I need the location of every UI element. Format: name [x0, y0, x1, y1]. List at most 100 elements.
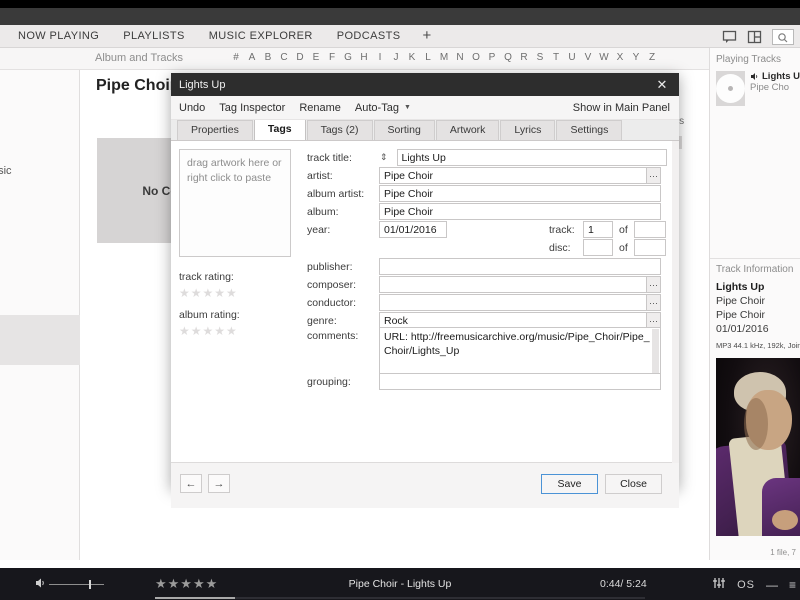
rename-button[interactable]: Rename — [299, 102, 341, 114]
artist-input[interactable]: Pipe Choir — [379, 167, 647, 184]
album-and-tracks-label: Album and Tracks — [95, 52, 184, 64]
grouping-input[interactable] — [379, 373, 661, 390]
year-input[interactable]: 01/01/2016 — [379, 221, 447, 238]
year-label: year: — [307, 223, 331, 236]
field-track-title: track title: ⇕ Lights Up — [307, 149, 667, 166]
tab-settings[interactable]: Settings — [556, 120, 623, 140]
sidebar-selection-block[interactable] — [0, 315, 80, 365]
alpha-letter[interactable]: A — [244, 52, 260, 63]
nav-tab-playlists[interactable]: PLAYLISTS — [111, 25, 196, 48]
nav-tab-music-explorer[interactable]: MUSIC EXPLORER — [197, 25, 325, 48]
composer-picker-button[interactable]: ··· — [647, 276, 661, 293]
alpha-letter[interactable]: H — [356, 52, 372, 63]
alpha-letter[interactable]: S — [532, 52, 548, 63]
alpha-letter[interactable]: G — [340, 52, 356, 63]
tab-sorting[interactable]: Sorting — [373, 120, 435, 140]
alpha-letter[interactable]: T — [548, 52, 564, 63]
alpha-letter[interactable]: O — [468, 52, 484, 63]
alpha-letter[interactable]: # — [228, 52, 244, 63]
tab-tags-2[interactable]: Tags (2) — [306, 120, 373, 140]
undo-button[interactable]: Undo — [179, 102, 205, 114]
search-input[interactable] — [772, 28, 794, 45]
sidebar-item-music[interactable]: usic — [0, 165, 12, 177]
composer-input[interactable] — [379, 276, 647, 293]
minimize-button[interactable]: — — [766, 578, 778, 592]
track-title-spinner-icon[interactable]: ⇕ — [380, 152, 388, 163]
equalizer-icon[interactable] — [712, 577, 726, 592]
close-icon[interactable]: ✕ — [645, 73, 679, 96]
tab-artwork[interactable]: Artwork — [435, 120, 500, 140]
alpha-letter[interactable]: C — [276, 52, 292, 63]
playback-progress-bar[interactable] — [155, 597, 645, 599]
alpha-letter[interactable]: Z — [644, 52, 660, 63]
track-number-input[interactable]: 1 — [583, 221, 613, 238]
alpha-letter[interactable]: E — [308, 52, 324, 63]
nav-tab-podcasts[interactable]: PODCASTS — [325, 25, 413, 48]
track-info-artist: Pipe Choir — [716, 295, 766, 307]
layout-icon[interactable] — [747, 30, 762, 44]
tab-tags[interactable]: Tags — [253, 119, 306, 140]
track-info-title: Lights Up — [716, 281, 765, 293]
now-playing-title: Lights U — [762, 71, 800, 82]
album-rating-stars[interactable]: ★★★★★ — [179, 324, 238, 338]
conductor-picker-button[interactable]: ··· — [647, 294, 661, 311]
close-button[interactable]: Close — [605, 474, 662, 494]
alpha-letter[interactable]: I — [372, 52, 388, 63]
field-track-number: track: 1 of — [549, 221, 666, 238]
back-button[interactable]: ← — [180, 474, 202, 493]
comments-input[interactable]: URL: http://freemusicarchive.org/music/P… — [379, 327, 661, 375]
nav-tab-now-playing[interactable]: NOW PLAYING — [6, 25, 111, 48]
conductor-label: conductor: — [307, 296, 357, 309]
alpha-letter[interactable]: V — [580, 52, 596, 63]
forward-button[interactable]: → — [208, 474, 230, 493]
alpha-letter[interactable]: X — [612, 52, 628, 63]
field-disc-number: disc: of — [549, 239, 666, 256]
file-count-status: 1 file, 7 — [770, 548, 796, 557]
alpha-letter[interactable]: J — [388, 52, 404, 63]
album-input[interactable]: Pipe Choir — [379, 203, 661, 220]
alpha-letter[interactable]: Y — [628, 52, 644, 63]
add-tab-button[interactable]: + — [412, 26, 441, 46]
alpha-letter[interactable]: P — [484, 52, 500, 63]
now-playing-row[interactable]: Lights U Pipe Cho — [710, 69, 800, 106]
disc-number-input[interactable] — [583, 239, 613, 256]
alpha-letter[interactable]: R — [516, 52, 532, 63]
artwork-dropzone[interactable]: drag artwork here or right click to past… — [179, 149, 291, 257]
alpha-letter[interactable]: K — [404, 52, 420, 63]
comments-scrollbar[interactable] — [652, 329, 659, 374]
tab-properties[interactable]: Properties — [177, 120, 253, 140]
alpha-letter[interactable]: D — [292, 52, 308, 63]
os-label[interactable]: OS — [737, 579, 755, 591]
tab-lyrics[interactable]: Lyrics — [500, 120, 556, 140]
track-total-input[interactable] — [633, 221, 666, 238]
show-in-main-panel-button[interactable]: Show in Main Panel — [573, 102, 670, 114]
track-rating-stars[interactable]: ★★★★★ — [179, 286, 238, 300]
chevron-down-icon[interactable]: ▼ — [404, 104, 411, 111]
tag-inspector-button[interactable]: Tag Inspector — [219, 102, 285, 114]
artist-picker-button[interactable]: ··· — [647, 167, 661, 184]
auto-tag-button[interactable]: Auto-Tag — [355, 102, 399, 114]
comment-icon[interactable] — [722, 30, 737, 44]
track-artwork[interactable] — [716, 358, 800, 536]
alpha-letter[interactable]: L — [420, 52, 436, 63]
menu-button[interactable]: ≡ — [789, 578, 796, 592]
save-button[interactable]: Save — [541, 474, 598, 494]
alpha-letter[interactable]: W — [596, 52, 612, 63]
disc-total-input[interactable] — [633, 239, 666, 256]
dialog-footer: ← → Save Close — [171, 463, 679, 508]
dialog-body-scrollbar[interactable] — [672, 141, 679, 463]
alpha-letter[interactable]: N — [452, 52, 468, 63]
alpha-letter[interactable]: B — [260, 52, 276, 63]
alpha-letter[interactable]: M — [436, 52, 452, 63]
artist-label: artist: — [307, 169, 333, 182]
publisher-input[interactable] — [379, 258, 661, 275]
track-title-input[interactable]: Lights Up — [396, 149, 667, 166]
dialog-title-bar[interactable]: Lights Up ✕ — [171, 73, 679, 96]
window-title-bar[interactable] — [0, 8, 800, 25]
alpha-letter[interactable]: Q — [500, 52, 516, 63]
alpha-letter[interactable]: F — [324, 52, 340, 63]
conductor-input[interactable] — [379, 294, 647, 311]
nav-right-icons — [722, 25, 800, 48]
alpha-letter[interactable]: U — [564, 52, 580, 63]
album-artist-input[interactable]: Pipe Choir — [379, 185, 661, 202]
